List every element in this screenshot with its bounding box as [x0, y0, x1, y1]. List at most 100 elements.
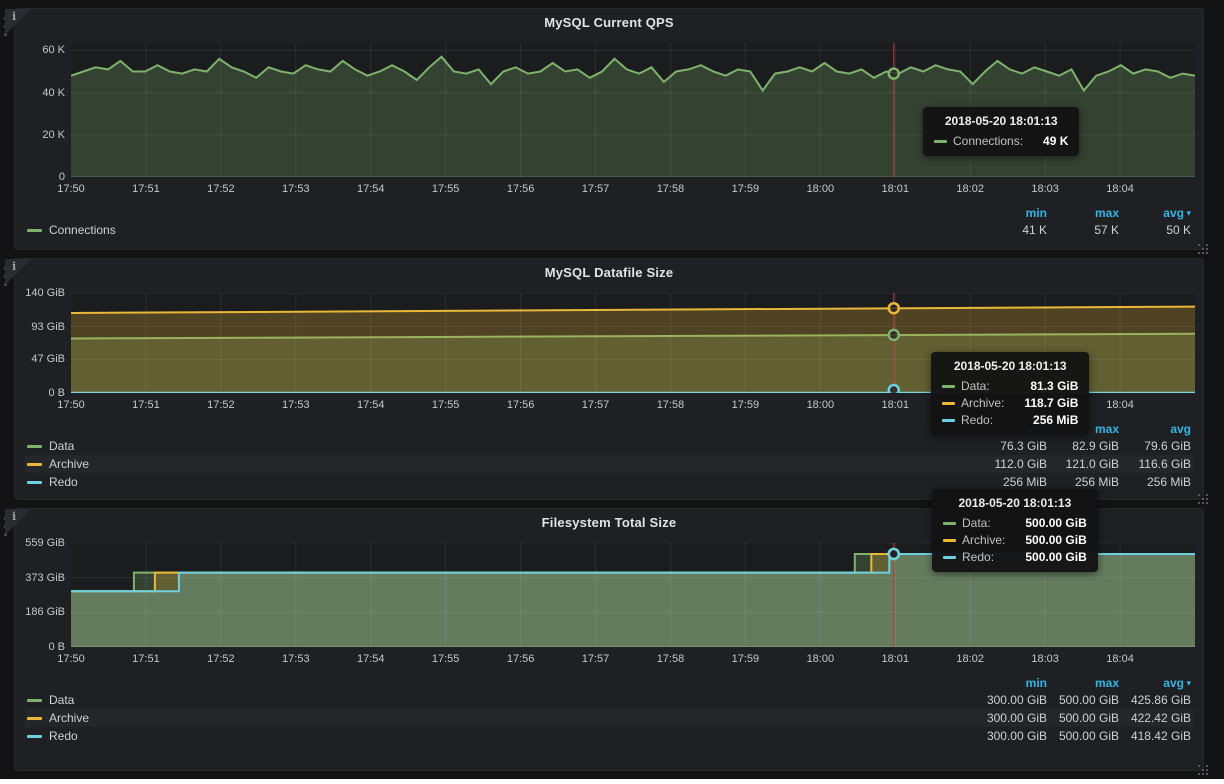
x-tick-label: 17:51 — [132, 399, 160, 411]
x-tick-label: 18:04 — [1106, 399, 1134, 411]
x-tick-label: 17:59 — [732, 399, 760, 411]
x-tick-label: 17:59 — [732, 183, 760, 195]
y-axis: 559 GiB373 GiB186 GiB0 B — [25, 543, 71, 647]
x-tick-label: 17:57 — [582, 653, 610, 665]
series-toggle-redo[interactable]: Redo — [27, 475, 975, 489]
stat-value-avg: 50 K — [1119, 223, 1191, 237]
y-tick-label: 373 GiB — [25, 572, 65, 584]
x-tick-label: 18:01 — [882, 653, 910, 665]
series-color-dash-icon — [27, 229, 42, 232]
tooltip-datafile: 2018-05-20 18:01:13Data:81.3 GiBArchive:… — [931, 352, 1089, 435]
x-tick-label: 17:54 — [357, 399, 385, 411]
series-color-dash-icon — [943, 522, 956, 525]
series-color-dash-icon — [27, 445, 42, 448]
x-tick-label: 17:56 — [507, 653, 535, 665]
info-icon[interactable]: i — [12, 510, 16, 523]
x-tick-label: 18:02 — [956, 653, 984, 665]
tooltip-series-label: Archive: — [961, 396, 1004, 410]
grafana-dashboard: i MySQL Current QPS 60 K40 K20 K0 17:50 1… — [0, 0, 1224, 779]
x-tick-label: 17:52 — [207, 399, 235, 411]
tooltip-filesystem: 2018-05-20 18:01:13Data:500.00 GiBArchiv… — [932, 489, 1098, 572]
x-tick-label: 17:54 — [357, 183, 385, 195]
series-color-dash-icon — [27, 735, 42, 738]
x-tick-label: 18:02 — [956, 183, 984, 195]
stat-value-min: 300.00 GiB — [975, 729, 1047, 743]
tooltip-row: Redo:256 MiB — [942, 413, 1078, 427]
x-tick-label: 18:01 — [882, 183, 910, 195]
y-axis: 140 GiB93 GiB47 GiB0 B — [25, 293, 71, 393]
x-tick-label: 18:04 — [1106, 653, 1134, 665]
series-color-dash-icon — [27, 481, 42, 484]
tooltip-qps: 2018-05-20 18:01:13Connections:49 K — [923, 107, 1079, 156]
x-tick-label: 17:57 — [582, 399, 610, 411]
x-tick-label: 17:53 — [282, 399, 310, 411]
x-tick-label: 18:00 — [807, 399, 835, 411]
panel-title[interactable]: Filesystem Total Size — [542, 515, 677, 530]
y-tick-label: 140 GiB — [25, 287, 65, 299]
stat-value-avg: 79.6 GiB — [1119, 439, 1191, 453]
stat-value-max: 500.00 GiB — [1047, 693, 1119, 707]
series-toggle-data[interactable]: Data — [27, 439, 975, 453]
stat-header-max[interactable]: max — [1047, 676, 1119, 690]
series-name: Data — [49, 439, 74, 453]
stat-value-min: 112.0 GiB — [975, 457, 1047, 471]
stat-header-max[interactable]: max — [1047, 206, 1119, 220]
stat-header-avg[interactable]: avg ▾ — [1119, 676, 1191, 690]
stat-value-max: 500.00 GiB — [1047, 729, 1119, 743]
panel-resize-handle[interactable] — [1198, 765, 1200, 767]
tooltip-series-label: Connections: — [953, 134, 1023, 148]
x-tick-label: 17:53 — [282, 183, 310, 195]
sort-caret-icon: ▾ — [1184, 678, 1191, 688]
tooltip-series-value: 49 K — [1029, 134, 1068, 148]
x-tick-label: 17:52 — [207, 653, 235, 665]
series-color-dash-icon — [943, 539, 956, 542]
panel-resize-handle[interactable] — [1198, 244, 1200, 246]
stat-value-min: 76.3 GiB — [975, 439, 1047, 453]
series-toggle-archive[interactable]: Archive — [27, 457, 975, 471]
stat-header-avg[interactable]: avg ▾ — [1119, 206, 1191, 220]
page-bottom-margin — [0, 779, 1224, 784]
stat-value-max: 500.00 GiB — [1047, 711, 1119, 725]
x-axis: 17:5017:5117:5217:5317:5417:5517:5617:57… — [25, 649, 1193, 669]
stat-value-avg: 422.42 GiB — [1119, 711, 1191, 725]
stat-header-min[interactable]: min — [975, 206, 1047, 220]
info-icon[interactable]: i — [12, 260, 16, 273]
panel-title[interactable]: MySQL Current QPS — [544, 15, 674, 30]
stat-header-min[interactable]: min — [975, 676, 1047, 690]
x-tick-label: 17:56 — [507, 399, 535, 411]
series-toggle-archive[interactable]: Archive — [27, 711, 975, 725]
series-toggle-redo[interactable]: Redo — [27, 729, 975, 743]
info-icon[interactable]: i — [12, 10, 16, 23]
legend-row-connections: Connections41 K57 K50 K — [25, 221, 1193, 239]
sort-caret-icon: ▾ — [1184, 208, 1191, 218]
x-tick-label: 18:00 — [807, 183, 835, 195]
series-toggle-connections[interactable]: Connections — [27, 223, 975, 237]
x-tick-label: 17:54 — [357, 653, 385, 665]
legend-row-data: Data300.00 GiB500.00 GiB425.86 GiB — [25, 691, 1193, 709]
panel-resize-handle[interactable] — [1198, 494, 1200, 496]
x-tick-label: 17:59 — [732, 653, 760, 665]
stat-header-avg[interactable]: avg — [1119, 422, 1191, 436]
x-tick-label: 17:50 — [57, 653, 85, 665]
stat-value-min: 256 MiB — [975, 475, 1047, 489]
series-name: Redo — [49, 729, 78, 743]
y-tick-label: 93 GiB — [31, 321, 65, 333]
series-toggle-data[interactable]: Data — [27, 693, 975, 707]
stat-value-min: 41 K — [975, 223, 1047, 237]
y-axis: 60 K40 K20 K0 — [25, 43, 71, 177]
stat-value-max: 256 MiB — [1047, 475, 1119, 489]
x-tick-label: 17:51 — [132, 653, 160, 665]
series-name: Data — [49, 693, 74, 707]
stat-value-min: 300.00 GiB — [975, 711, 1047, 725]
x-tick-label: 18:03 — [1031, 653, 1059, 665]
legend: minmaxavg ▾Connections41 K57 K50 K — [25, 205, 1193, 239]
tooltip-series-value: 81.3 GiB — [1016, 379, 1078, 393]
panel-title[interactable]: MySQL Datafile Size — [545, 265, 674, 280]
x-tick-label: 17:50 — [57, 183, 85, 195]
panel-header: MySQL Current QPS — [25, 9, 1193, 35]
series-name: Archive — [49, 711, 89, 725]
x-tick-label: 17:56 — [507, 183, 535, 195]
stat-value-max: 57 K — [1047, 223, 1119, 237]
x-tick-label: 17:55 — [432, 399, 460, 411]
y-tick-label: 186 GiB — [25, 606, 65, 618]
